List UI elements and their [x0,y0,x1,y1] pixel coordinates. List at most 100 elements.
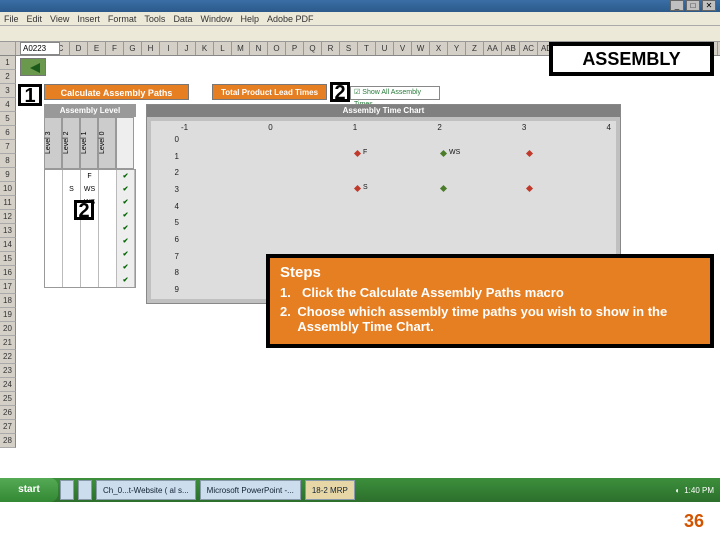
task-website[interactable]: Ch_0...t-Website ( al s... [96,480,196,500]
row-header[interactable]: 27 [0,420,16,434]
row-header[interactable]: 4 [0,98,16,112]
menu-data[interactable]: Data [173,14,192,24]
col-header[interactable]: H [142,42,160,55]
col-header[interactable]: G [124,42,142,55]
asm-checkbox-icon[interactable]: ✔ [117,196,135,209]
asm-checkbox-icon[interactable]: ✔ [117,235,135,248]
col-header[interactable]: N [250,42,268,55]
col-header[interactable]: P [286,42,304,55]
green-back-button[interactable] [20,58,46,76]
tray-clock: 1:40 PM [684,486,714,495]
row-header[interactable]: 26 [0,406,16,420]
quick-launch-1[interactable] [60,480,74,500]
chart-point [440,150,447,157]
row-header[interactable]: 28 [0,434,16,448]
chart-point [354,150,361,157]
col-header[interactable]: V [394,42,412,55]
minimize-button[interactable]: _ [670,0,684,11]
col-header[interactable]: F [106,42,124,55]
calculate-assembly-paths-button[interactable]: Calculate Assembly Paths [44,84,189,100]
col-header[interactable]: R [322,42,340,55]
menu-format[interactable]: Format [108,14,137,24]
task-mrp[interactable]: 18-2 MRP [305,480,355,500]
row-header[interactable]: 19 [0,308,16,322]
close-button[interactable]: ✕ [702,0,716,11]
col-header[interactable]: AA [484,42,502,55]
col-header[interactable]: U [376,42,394,55]
menu-tools[interactable]: Tools [144,14,165,24]
col-header[interactable]: D [70,42,88,55]
asm-checkbox-icon[interactable]: ✔ [117,274,135,287]
col-header[interactable]: Q [304,42,322,55]
start-button[interactable]: start [0,478,58,502]
col-header[interactable]: AC [520,42,538,55]
col-header[interactable]: X [430,42,448,55]
name-box[interactable]: A0223 [20,42,60,55]
col-header[interactable]: T [358,42,376,55]
row-header[interactable]: 22 [0,350,16,364]
row-header[interactable]: 21 [0,336,16,350]
asm-checkbox-icon[interactable]: ✔ [117,261,135,274]
quick-launch-2[interactable] [78,480,92,500]
asm-checkbox-icon[interactable]: ✔ [117,183,135,196]
row-header[interactable]: 3 [0,84,16,98]
step-2: 2. Choose which assembly time paths you … [280,304,700,334]
row-header[interactable]: 14 [0,238,16,252]
row-header[interactable]: 1 [0,56,16,70]
asm-row: ✔ [45,261,135,274]
col-header[interactable]: W [412,42,430,55]
menubar: File Edit View Insert Format Tools Data … [0,12,720,26]
row-header[interactable]: 8 [0,154,16,168]
row-header[interactable]: 2 [0,70,16,84]
row-header[interactable]: 11 [0,196,16,210]
col-header[interactable]: J [178,42,196,55]
col-header[interactable]: S [340,42,358,55]
row-header[interactable]: 7 [0,140,16,154]
col-header[interactable]: O [268,42,286,55]
system-tray[interactable]: ◐ 1:40 PM [669,486,720,495]
worksheet[interactable]: 1234567891011121314151617181920212223242… [0,56,720,456]
asm-checkbox-icon[interactable]: ✔ [117,209,135,222]
row-header[interactable]: 18 [0,294,16,308]
menu-view[interactable]: View [50,14,69,24]
row-header[interactable]: 16 [0,266,16,280]
menu-edit[interactable]: Edit [27,14,43,24]
menu-insert[interactable]: Insert [77,14,100,24]
asm-checkbox-icon[interactable]: ✔ [117,248,135,261]
row-header[interactable]: 20 [0,322,16,336]
asm-checkbox-icon[interactable]: ✔ [117,222,135,235]
col-header[interactable]: Y [448,42,466,55]
col-header[interactable]: M [232,42,250,55]
asm-checkbox-icon[interactable]: ✔ [117,170,135,183]
row-header[interactable]: 23 [0,364,16,378]
asm-row: ✔ [45,222,135,235]
row-header[interactable]: 15 [0,252,16,266]
tray-icon[interactable]: ◐ [675,486,680,495]
row-header[interactable]: 12 [0,210,16,224]
row-header[interactable]: 9 [0,168,16,182]
col-header[interactable]: I [160,42,178,55]
col-header[interactable]: K [196,42,214,55]
row-header[interactable]: 5 [0,112,16,126]
col-header[interactable]: Z [466,42,484,55]
col-header[interactable]: E [88,42,106,55]
col-header[interactable]: L [214,42,232,55]
task-powerpoint[interactable]: Microsoft PowerPoint -... [200,480,301,500]
maximize-button[interactable]: □ [686,0,700,11]
total-product-lead-times-button[interactable]: Total Product Lead Times [212,84,327,100]
row-header[interactable]: 13 [0,224,16,238]
row-header[interactable]: 6 [0,126,16,140]
menu-window[interactable]: Window [200,14,232,24]
slide-number: 36 [684,511,704,532]
row-headers: 1234567891011121314151617181920212223242… [0,56,16,448]
menu-adobe[interactable]: Adobe PDF [267,14,314,24]
callout-1: 1 [18,84,42,106]
row-header[interactable]: 25 [0,392,16,406]
col-header[interactable]: AB [502,42,520,55]
menu-help[interactable]: Help [240,14,259,24]
row-header[interactable]: 24 [0,378,16,392]
show-all-assembly-times-checkbox[interactable]: Show All Assembly Times [350,86,440,100]
row-header[interactable]: 17 [0,280,16,294]
row-header[interactable]: 10 [0,182,16,196]
menu-file[interactable]: File [4,14,19,24]
